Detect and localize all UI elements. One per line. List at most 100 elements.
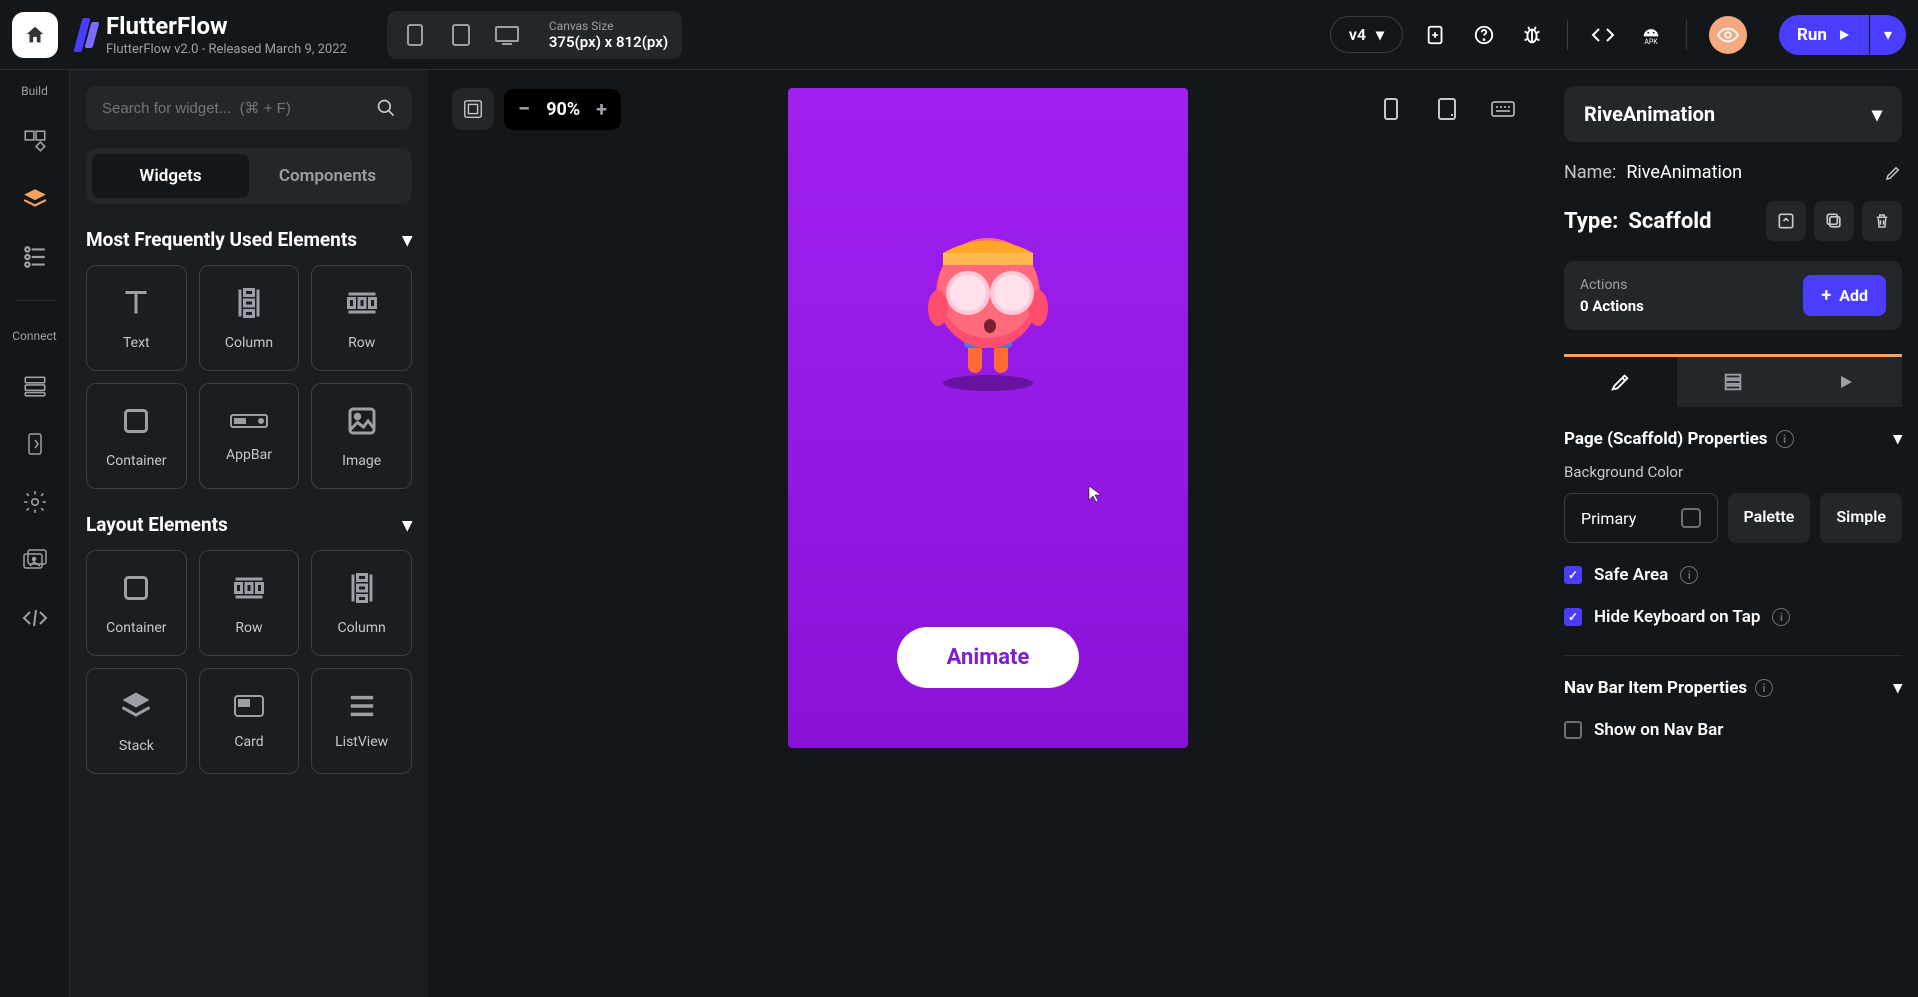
widget-search[interactable] xyxy=(86,86,412,130)
tab-data[interactable] xyxy=(1677,357,1790,407)
phone-canvas[interactable]: Animate xyxy=(788,88,1188,748)
android-icon[interactable]: APK xyxy=(1638,22,1664,48)
chevron-down-icon: ▾ xyxy=(1893,678,1902,698)
desktop-icon[interactable] xyxy=(493,21,521,49)
add-label: Add xyxy=(1839,286,1868,305)
show-navbar-checkbox[interactable] xyxy=(1564,721,1582,739)
widget-tabs: Widgets Components xyxy=(86,148,412,204)
bug-icon[interactable] xyxy=(1519,22,1545,48)
widget-appbar[interactable]: AppBar xyxy=(199,383,300,489)
section-frequent-label: Most Frequently Used Elements xyxy=(86,228,357,251)
search-input[interactable] xyxy=(102,100,376,117)
chevron-down-icon: ▾ xyxy=(402,513,412,536)
info-icon[interactable]: i xyxy=(1680,566,1698,584)
rail-custom-code-icon[interactable] xyxy=(20,603,50,633)
copy-button[interactable] xyxy=(1814,201,1854,241)
palette-button[interactable]: Palette xyxy=(1728,493,1811,543)
canvas-size-value: 375(px) x 812(px) xyxy=(549,33,668,51)
wrap-button[interactable] xyxy=(1766,201,1806,241)
top-bar: FlutterFlow FlutterFlow v2.0 - Released … xyxy=(0,0,1918,70)
zoom-in-button[interactable]: + xyxy=(596,97,607,121)
rail-build-label: Build xyxy=(21,84,48,98)
section-layout[interactable]: Layout Elements ▾ xyxy=(86,513,412,536)
hide-keyboard-label: Hide Keyboard on Tap xyxy=(1594,607,1760,627)
tab-widgets[interactable]: Widgets xyxy=(92,154,249,198)
animate-button[interactable]: Animate xyxy=(897,627,1080,688)
info-icon[interactable]: i xyxy=(1755,679,1773,697)
chevron-down-icon: ▾ xyxy=(1893,429,1902,449)
info-icon[interactable]: i xyxy=(1776,430,1794,448)
tab-style[interactable] xyxy=(1564,357,1677,407)
widget-container-2[interactable]: Container xyxy=(86,550,187,656)
phone-icon[interactable] xyxy=(401,21,429,49)
add-action-button[interactable]: + Add xyxy=(1803,275,1886,316)
actions-box: Actions 0 Actions + Add xyxy=(1564,261,1902,330)
cursor-icon xyxy=(1088,485,1102,503)
rail-settings-icon[interactable] xyxy=(20,487,50,517)
widget-image[interactable]: Image xyxy=(311,383,412,489)
code-icon[interactable] xyxy=(1590,22,1616,48)
rail-widgets-icon[interactable] xyxy=(20,126,50,156)
delete-button[interactable] xyxy=(1862,201,1902,241)
properties-panel: RiveAnimation ▾ Name: RiveAnimation Type… xyxy=(1548,70,1918,997)
bg-color-input[interactable]: Primary xyxy=(1564,493,1718,543)
chevron-down-icon: ▾ xyxy=(1376,25,1384,44)
widget-row-2[interactable]: Row xyxy=(199,550,300,656)
keyboard-toggle[interactable] xyxy=(1482,88,1524,130)
scaffold-properties-header[interactable]: Page (Scaffold) Properties i ▾ xyxy=(1564,429,1902,449)
widget-listview[interactable]: ListView xyxy=(311,668,412,774)
rail-assets-icon[interactable] xyxy=(20,545,50,575)
rail-api-icon[interactable] xyxy=(20,429,50,459)
navbar-properties-header[interactable]: Nav Bar Item Properties i ▾ xyxy=(1564,678,1902,698)
device-tablet-toggle[interactable] xyxy=(1426,88,1468,130)
name-label: Name: xyxy=(1564,162,1616,183)
safe-area-checkbox[interactable]: ✓ xyxy=(1564,566,1582,584)
show-navbar-row[interactable]: Show on Nav Bar xyxy=(1564,720,1902,740)
hide-keyboard-checkbox[interactable]: ✓ xyxy=(1564,608,1582,626)
rail-tree-icon[interactable] xyxy=(20,242,50,272)
simple-button[interactable]: Simple xyxy=(1820,493,1902,543)
run-button[interactable]: Run xyxy=(1779,15,1869,55)
version-label: v4 xyxy=(1349,25,1366,44)
zoom-value: 90% xyxy=(546,99,580,120)
zoom-out-button[interactable]: − xyxy=(518,97,530,122)
widget-container[interactable]: Container xyxy=(86,383,187,489)
section-frequent[interactable]: Most Frequently Used Elements ▾ xyxy=(86,228,412,251)
rail-database-icon[interactable] xyxy=(20,371,50,401)
device-phone-toggle[interactable] xyxy=(1370,88,1412,130)
tablet-icon[interactable] xyxy=(447,21,475,49)
selected-widget-name: RiveAnimation xyxy=(1584,102,1715,126)
rail-layers-icon[interactable] xyxy=(20,184,50,214)
preview-button[interactable] xyxy=(1709,16,1747,54)
bg-color-label: Background Color xyxy=(1564,463,1902,481)
color-swatch xyxy=(1681,508,1701,528)
chevron-down-icon: ▾ xyxy=(1872,102,1882,126)
help-icon[interactable] xyxy=(1471,22,1497,48)
safe-area-row[interactable]: ✓ Safe Area i xyxy=(1564,565,1902,585)
run-label: Run xyxy=(1797,25,1827,45)
type-label: Type: xyxy=(1564,209,1618,234)
version-selector[interactable]: v4 ▾ xyxy=(1330,16,1403,53)
hide-keyboard-row[interactable]: ✓ Hide Keyboard on Tap i xyxy=(1564,607,1902,627)
widget-card-el[interactable]: Card xyxy=(199,668,300,774)
info-icon[interactable]: i xyxy=(1772,608,1790,626)
show-navbar-label: Show on Nav Bar xyxy=(1594,720,1723,740)
add-page-icon[interactable] xyxy=(1423,22,1449,48)
widget-column[interactable]: Column xyxy=(199,265,300,371)
edit-icon[interactable] xyxy=(1884,164,1902,182)
nav-rail: Build Connect xyxy=(0,70,70,997)
widget-column-2[interactable]: Column xyxy=(311,550,412,656)
home-button[interactable] xyxy=(12,12,58,58)
app-logo: FlutterFlow FlutterFlow v2.0 - Released … xyxy=(78,12,347,57)
apk-label: APK xyxy=(1644,38,1657,46)
tab-animation[interactable] xyxy=(1789,357,1902,407)
selected-widget-title[interactable]: RiveAnimation ▾ xyxy=(1564,86,1902,142)
tab-components[interactable]: Components xyxy=(249,154,406,198)
run-dropdown[interactable]: ▾ xyxy=(1870,15,1906,55)
layout-overlay-toggle[interactable] xyxy=(452,88,494,130)
app-subtitle: FlutterFlow v2.0 - Released March 9, 202… xyxy=(106,42,347,57)
widget-row[interactable]: Row xyxy=(311,265,412,371)
widget-text[interactable]: Text xyxy=(86,265,187,371)
widget-panel: Widgets Components Most Frequently Used … xyxy=(70,70,428,997)
widget-stack[interactable]: Stack xyxy=(86,668,187,774)
